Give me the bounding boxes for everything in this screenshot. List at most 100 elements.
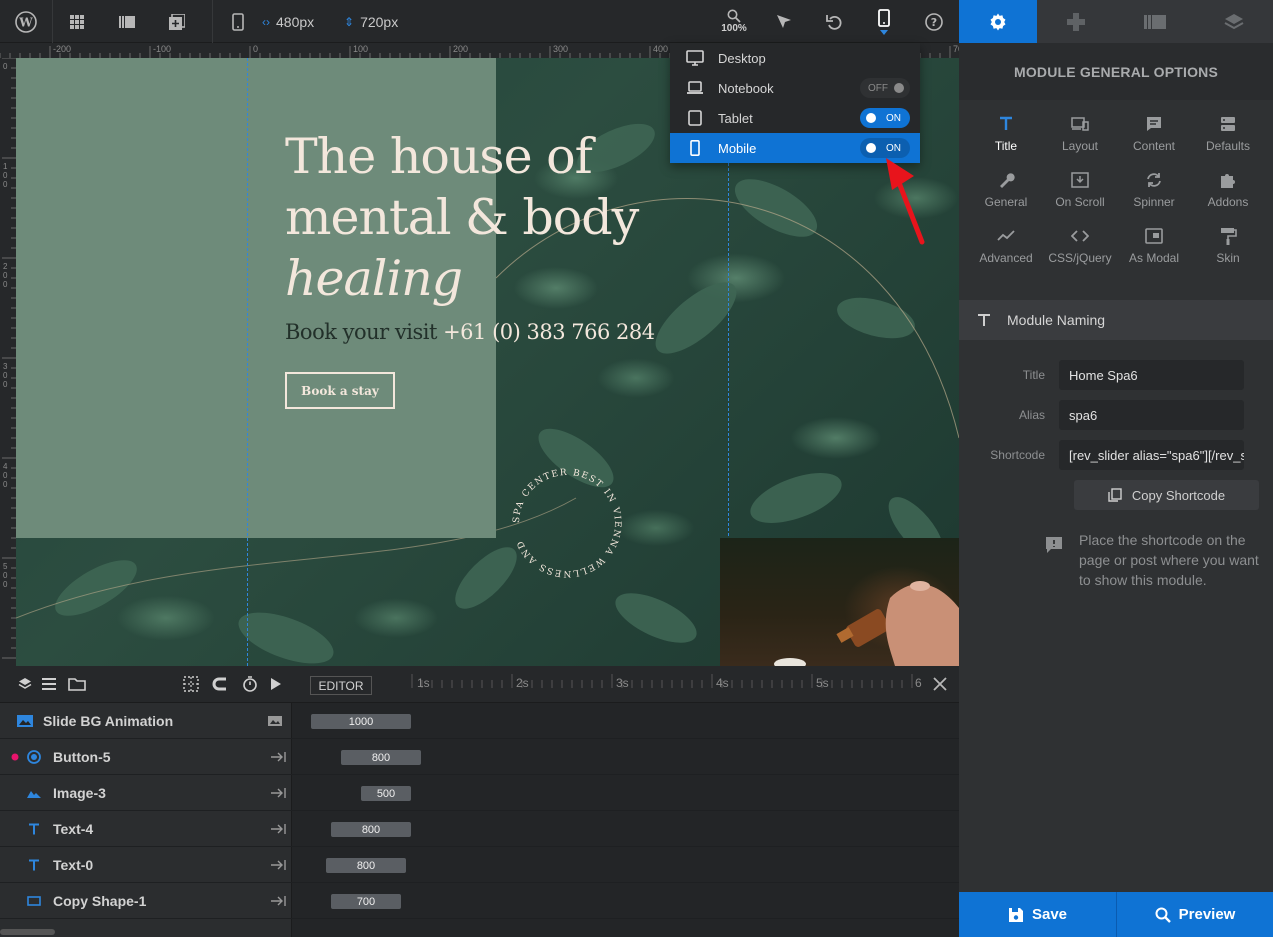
option-defaults[interactable]: Defaults	[1191, 115, 1265, 157]
help-icon[interactable]: ?	[922, 0, 946, 43]
folder-icon[interactable]	[68, 666, 86, 702]
layer-row[interactable]: Copy Shape-1 700	[0, 883, 959, 919]
arrow-to-end-icon[interactable]	[270, 847, 286, 883]
info-comment-icon	[1046, 537, 1062, 553]
add-slide-icon[interactable]	[164, 0, 190, 43]
circular-badge-text[interactable]: SPA CENTER BEST IN VIENNA WELLNESS AND	[502, 458, 632, 588]
option-advanced[interactable]: Advanced	[969, 227, 1043, 269]
width-field[interactable]: ‹› 480px	[262, 0, 332, 43]
title-input[interactable]: Home Spa6	[1059, 360, 1244, 390]
button-icon	[27, 739, 41, 775]
play-icon[interactable]	[270, 666, 282, 702]
title-label: Title	[1022, 368, 1045, 382]
duration-bar[interactable]: 700	[331, 894, 401, 909]
layer-row[interactable]: Text-0 800	[0, 847, 959, 883]
ruler-label: -200	[53, 44, 72, 54]
layer-row[interactable]: Slide BG Animation 1000	[0, 703, 959, 739]
save-button[interactable]: Save	[959, 892, 1117, 937]
shortcode-note: Place the shortcode on the page or post …	[1079, 532, 1259, 588]
mountain-image-icon	[27, 775, 41, 811]
tab-layers[interactable]	[1194, 0, 1273, 43]
list-icon[interactable]	[42, 666, 56, 702]
grid-snap-icon[interactable]	[183, 666, 199, 702]
bg-image-icon[interactable]	[268, 703, 284, 739]
option-layout[interactable]: Layout	[1043, 115, 1117, 157]
option-as-modal[interactable]: As Modal	[1117, 227, 1191, 269]
arrow-to-end-icon[interactable]	[270, 811, 286, 847]
tab-slides[interactable]	[1115, 0, 1195, 43]
option-title[interactable]: Title	[969, 115, 1043, 157]
zoom-control[interactable]: 100%	[716, 0, 752, 43]
notebook-toggle-label: OFF	[868, 82, 888, 94]
horizontal-scrollbar[interactable]	[0, 929, 55, 935]
wordpress-icon[interactable]: W	[0, 0, 52, 43]
arrow-to-end-icon[interactable]	[270, 883, 286, 919]
device-mobile-icon[interactable]	[226, 0, 250, 43]
duration-bar[interactable]: 800	[341, 750, 421, 765]
copy-shortcode-button[interactable]: Copy Shortcode	[1074, 480, 1259, 510]
title-icon	[1000, 116, 1012, 130]
ruler-label: 300	[3, 362, 8, 389]
alias-input[interactable]: spa6	[1059, 400, 1244, 430]
editor-label[interactable]: EDITOR	[310, 676, 372, 695]
defaults-icon	[1221, 117, 1235, 131]
tablet-toggle[interactable]: ON	[860, 108, 910, 128]
close-icon[interactable]	[933, 666, 947, 702]
device-item-tablet[interactable]: Tablet ON	[670, 103, 920, 133]
device-label-mobile: Mobile	[718, 140, 757, 156]
option-spinner[interactable]: Spinner	[1117, 171, 1191, 213]
option-css-jquery[interactable]: CSS/jQuery	[1043, 227, 1117, 269]
module-naming-header[interactable]: Module Naming	[959, 300, 1273, 340]
ruler-label: 0	[253, 44, 259, 54]
layer-row[interactable]: Image-3 500	[0, 775, 959, 811]
tab-navigation[interactable]	[1036, 0, 1116, 43]
shortcode-label: Shortcode	[990, 448, 1045, 462]
modules-grid-icon[interactable]	[64, 0, 90, 43]
option-skin[interactable]: Skin	[1191, 227, 1265, 269]
spa-oil-image[interactable]	[720, 538, 959, 666]
option-label: Defaults	[1205, 139, 1251, 153]
ruler-label: 100	[353, 44, 369, 54]
tab-module-settings[interactable]	[959, 0, 1037, 43]
layers-icon[interactable]	[18, 666, 32, 702]
duration-bar[interactable]: 1000	[311, 714, 411, 729]
device-label-desktop: Desktop	[718, 50, 766, 66]
arrow-to-end-icon[interactable]	[270, 739, 286, 775]
device-item-notebook[interactable]: Notebook OFF	[670, 73, 920, 103]
ruler-label: 500	[3, 562, 8, 589]
duration-bar[interactable]: 500	[361, 786, 411, 801]
option-label: Spinner	[1133, 195, 1175, 209]
option-on-scroll[interactable]: On Scroll	[1043, 171, 1117, 213]
ruler-label: 300	[553, 44, 569, 54]
device-switcher-button[interactable]	[872, 0, 896, 43]
options-panel: MODULE GENERAL OPTIONS Title Layout Cont…	[959, 0, 1273, 937]
layer-row[interactable]: Text-4 800	[0, 811, 959, 847]
height-field[interactable]: ⇕ 720px	[344, 0, 414, 43]
option-label: Layout	[1061, 139, 1099, 153]
slide-headline[interactable]: The house of mental & body healing	[285, 126, 685, 309]
phone-number: +61 (0) 383 766 284	[443, 320, 655, 344]
option-addons[interactable]: Addons	[1191, 171, 1265, 213]
notebook-toggle[interactable]: OFF	[860, 78, 910, 98]
stopwatch-icon[interactable]	[242, 666, 258, 702]
option-general[interactable]: General	[969, 171, 1043, 213]
height-arrows-icon: ⇕	[344, 14, 355, 29]
magnet-icon[interactable]	[212, 666, 228, 702]
shortcode-input[interactable]: [rev_slider alias="spa6"][/rev_slider]	[1059, 440, 1244, 470]
book-visit-text[interactable]: Book your visit +61 (0) 383 766 284	[285, 320, 655, 344]
vertical-ruler: 0 100 200 300 400 500	[0, 58, 16, 666]
content-icon	[1147, 117, 1161, 131]
duration-bar[interactable]: 800	[326, 858, 406, 873]
undo-icon[interactable]	[822, 0, 846, 43]
book-a-stay-button[interactable]: Book a stay	[285, 372, 395, 409]
headline-line-3: healing	[285, 250, 463, 307]
preview-button[interactable]: Preview	[1117, 892, 1273, 937]
pointer-icon[interactable]	[772, 0, 796, 43]
slides-icon[interactable]	[114, 0, 140, 43]
zoom-icon	[727, 9, 741, 23]
option-content[interactable]: Content	[1117, 115, 1191, 157]
arrow-to-end-icon[interactable]	[270, 775, 286, 811]
layer-row[interactable]: Button-5 800	[0, 739, 959, 775]
duration-bar[interactable]: 800	[331, 822, 411, 837]
device-item-desktop[interactable]: Desktop	[670, 43, 920, 73]
